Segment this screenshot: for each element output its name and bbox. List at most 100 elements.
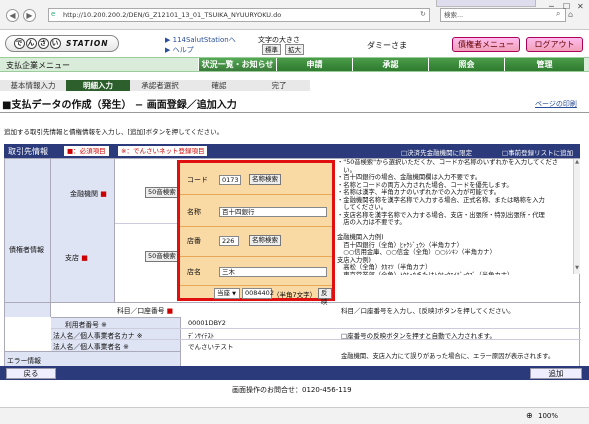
branch-label-text: 支店 [65, 254, 79, 262]
contact-info: 画面操作のお問合せ：0120-456-119 [232, 386, 352, 394]
hl-divider [180, 226, 332, 227]
help-line: ・金融機関名称を漢字名称で入力する場合、正式名称、または略称を入力 [337, 196, 545, 204]
chevron-down-icon: ▼ [232, 291, 236, 297]
help-line: ・"50音検索"から選択いただくか、コードか名称のいずれかを入力してくださ [337, 159, 559, 166]
address-bar[interactable]: http://10.200.200.2/DEN/G_Z12101_13_01_T… [48, 8, 430, 22]
help-line: ・名称とコードの両方入力された場合、コードを優先します。 [337, 181, 513, 189]
system-menu-label: 支払企業メニュー [6, 61, 70, 70]
print-page-link[interactable]: ページの印刷 [535, 99, 577, 109]
help-line: 金融機関入力例) [337, 234, 384, 241]
forward-nav-icon[interactable]: ▶ [23, 9, 36, 22]
logo-char: で [14, 38, 25, 49]
branch-name-input[interactable]: 三木 [219, 267, 327, 277]
creditor-group-label: 債権者情報 [9, 246, 44, 254]
help-line: ○○信用金庫、○○信金（全角）○○ｼﾝｷﾝ（半角カナ） [337, 249, 496, 256]
help-link-label: ヘルプ [172, 46, 194, 54]
title-divider [0, 112, 589, 113]
account-label-text: 科目／口座番号 [117, 307, 165, 315]
user-name: ダミーさま [367, 41, 407, 50]
add-button[interactable]: 追加 [530, 368, 582, 379]
font-large-button[interactable]: 拡大 [285, 44, 304, 55]
help-line [337, 227, 573, 235]
hl-divider [180, 194, 332, 195]
font-standard-button[interactable]: 標準 [262, 44, 281, 55]
net-badge: ※：でんさいネット登録項目 [118, 146, 208, 156]
zoom-icon[interactable]: ⊕ [526, 411, 533, 420]
help-scrollbar[interactable]: ▲ ▼ [573, 159, 580, 274]
app-logo: で ん さ い STATION [5, 35, 119, 52]
section-title: 取引先情報 [8, 147, 48, 156]
bank-name-label: 名称 [187, 208, 201, 216]
bank-code-input[interactable]: 0173 [219, 175, 241, 185]
branch-code-label: 店番 [187, 237, 201, 245]
refresh-icon[interactable]: ↻ [420, 10, 426, 18]
label-column [51, 159, 115, 302]
logo-suffix: STATION [66, 39, 109, 48]
bank-name-search-button[interactable]: 名称検索 [249, 174, 281, 185]
logout-button[interactable]: ログアウト [526, 37, 583, 52]
step-progress: 基本情報入力 明細入力 承認者選択 確認 完了 [0, 80, 310, 91]
tab-manage[interactable]: 管理 [504, 58, 584, 71]
step-confirm: 確認 [190, 80, 248, 91]
instruction-text: 追加する取引先情報と債権情報を入力し、[追加]ボタンを押してください。 [4, 128, 224, 136]
salut-station-link[interactable]: ▶ 114SalutStationへ [165, 35, 236, 45]
page-icon: e [51, 10, 56, 18]
account-number-input[interactable]: 0084402 [242, 288, 274, 299]
logo-char: さ [38, 38, 49, 49]
browser-search-icon[interactable]: ⌕ [556, 9, 560, 19]
minimize-icon[interactable]: ─ [549, 2, 554, 11]
page-title: ■支払データの作成（発生） − 画面登録／追加入力 [2, 100, 237, 111]
required-badge: ■：必須項目 [64, 146, 109, 156]
browser-search-input[interactable]: 検索... [440, 8, 566, 22]
help-text: ・"50音検索"から選択いただくか、コードか名称のいずれかを入力してくださ い。… [337, 159, 573, 275]
back-button[interactable]: 戻る [6, 368, 56, 379]
help-line: ・支店名称を漢字名称で入力する場合、支店・出張所・特別出張所・代理 [337, 211, 545, 219]
tab-status-list[interactable]: 状況一覧・お知らせ [198, 58, 276, 71]
account-type-value: 当座 [217, 289, 230, 297]
limit-bank-checkbox[interactable]: □決済先金融機関に限定 [401, 147, 472, 157]
branch-name-search-button[interactable]: 名称検索 [249, 235, 281, 246]
close-icon[interactable]: ✕ [577, 2, 584, 11]
bank-label: 金融機関 ■ [70, 190, 107, 198]
action-bar [0, 366, 589, 380]
step-detail-input: 明細入力 [66, 80, 130, 91]
branch-code-input[interactable]: 226 [219, 236, 239, 246]
row-line [51, 339, 581, 340]
scroll-up-icon[interactable]: ▲ [574, 159, 580, 167]
tab-apply[interactable]: 申請 [276, 58, 352, 71]
account-label: 科目／口座番号 ■ [117, 307, 174, 315]
help-line: 支店入力例) [337, 256, 371, 264]
tab-approve[interactable]: 承認 [352, 58, 428, 71]
creditor-menu-button[interactable]: 債権者メニュー [452, 37, 520, 52]
step-basic-info: 基本情報入力 [0, 80, 66, 91]
auto-fill-note: □座番号の反映ボタンを押すと自動で入力されます。 [341, 332, 496, 340]
account-type-select[interactable]: 当座 ▼ [214, 288, 240, 299]
tab-inquiry[interactable]: 照会 [428, 58, 504, 71]
row-line [51, 328, 581, 329]
browser-status-bar: 100% ⊕ [0, 407, 589, 424]
home-icon[interactable]: ⌂ [568, 10, 573, 19]
help-link[interactable]: ▶ ヘルプ [165, 45, 194, 55]
browser-tab[interactable] [436, 0, 536, 7]
help-line: してください。 [337, 204, 387, 211]
bank-branch-divider [115, 223, 180, 224]
bank-name-input[interactable]: 百十四銀行 [219, 207, 327, 217]
bank-kana-search-button[interactable]: 50音検索 [145, 187, 179, 198]
back-nav-icon[interactable]: ◀ [6, 9, 19, 22]
zoom-level[interactable]: 100% [538, 412, 558, 420]
corp-name-label: 法人名／個人事業者名 ※ [53, 343, 129, 351]
reflect-note: 科目／口座番号を入力し、[反映]ボタンを押してください。 [341, 307, 515, 315]
step-complete: 完了 [248, 80, 310, 91]
scroll-down-icon[interactable]: ▼ [574, 265, 580, 273]
creditor-group-cell [5, 159, 51, 317]
hl-divider [180, 285, 332, 286]
branch-kana-search-button[interactable]: 50音検索 [145, 251, 179, 262]
error-label: エラー情報 [7, 357, 41, 365]
logo-char: ん [26, 38, 37, 49]
add-to-list-checkbox[interactable]: □事前登録リストに追加 [502, 147, 573, 157]
section-header: 取引先情報 ■：必須項目 ※：でんさいネット登録項目 □決済先金融機関に限定 □… [4, 144, 580, 158]
reflect-button[interactable]: 反映 [318, 288, 332, 306]
main-menu: 支払企業メニュー 状況一覧・お知らせ 申請 承認 照会 管理 [0, 57, 589, 72]
step-approver: 承認者選択 [130, 80, 190, 91]
